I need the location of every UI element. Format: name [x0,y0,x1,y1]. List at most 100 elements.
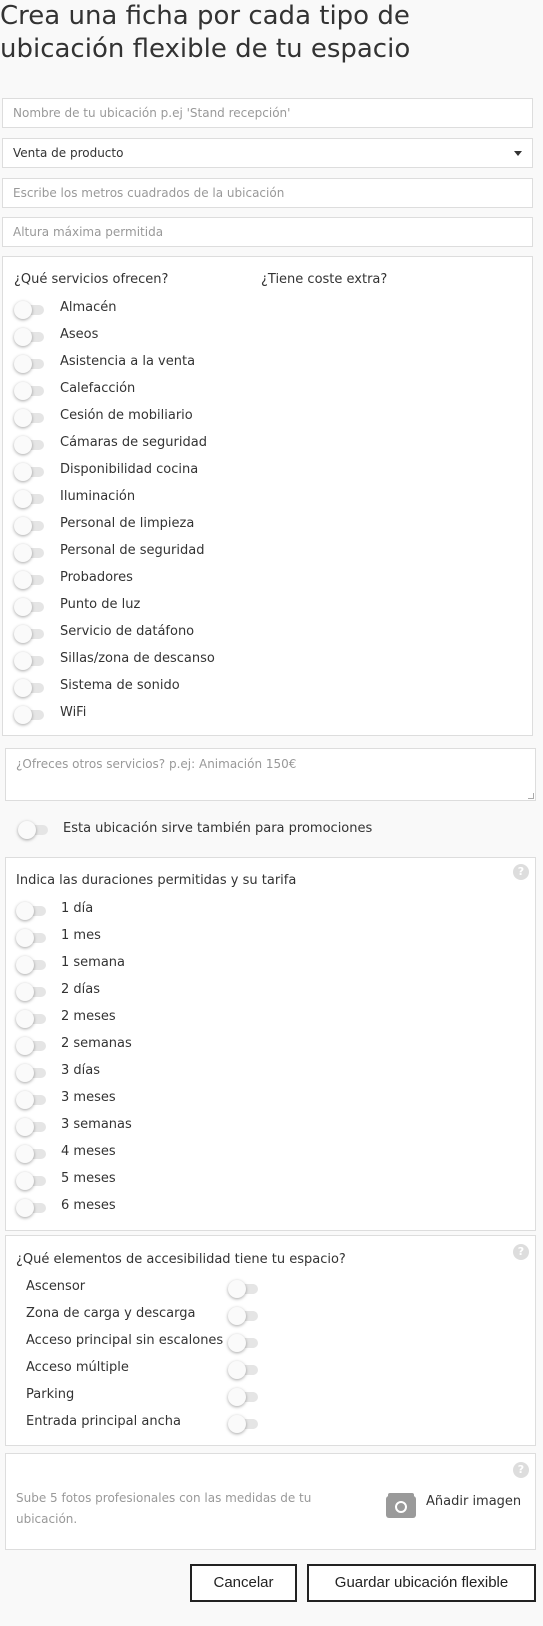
toggle-knob [228,1280,246,1298]
area-input[interactable]: Escribe los metros cuadrados de la ubica… [2,178,533,208]
service-toggle[interactable] [14,679,48,697]
toggle-knob [16,983,34,1001]
durations-panel: Indica las duraciones permitidas y su ta… [5,857,536,1231]
duration-toggle[interactable] [16,1118,50,1136]
toggle-knob [14,409,32,427]
service-toggle[interactable] [14,436,48,454]
duration-label: 3 semanas [61,1117,132,1132]
service-label: Disponibilidad cocina [60,462,199,477]
location-type-select[interactable]: Venta de producto [2,138,533,168]
toggle-knob [14,328,32,346]
toggle-knob [16,1172,34,1190]
photos-instructions: Sube 5 fotos profesionales con las medid… [16,1491,312,1526]
other-services-textarea[interactable]: ¿Ofreces otros servicios? p.ej: Animació… [5,748,536,801]
accessibility-toggle[interactable] [228,1280,262,1298]
cancel-button[interactable]: Cancelar [190,1564,297,1602]
help-icon[interactable]: ? [513,864,529,880]
promotions-label: Esta ubicación sirve también para promoc… [63,821,373,836]
duration-label: 5 meses [61,1171,116,1186]
accessibility-panel: ¿Qué elementos de accesibilidad tiene tu… [5,1235,536,1446]
accessibility-toggle[interactable] [228,1388,262,1406]
duration-toggle[interactable] [16,1172,50,1190]
service-toggle[interactable] [14,706,48,724]
service-label: WiFi [60,705,87,720]
accessibility-toggle[interactable] [228,1361,262,1379]
service-toggle[interactable] [14,571,48,589]
accessibility-toggle[interactable] [228,1307,262,1325]
duration-toggle[interactable] [16,1037,50,1055]
services-header: ¿Qué servicios ofrecen? [14,272,169,287]
accessibility-toggle[interactable] [228,1334,262,1352]
location-type-value: Venta de producto [13,146,124,160]
service-toggle[interactable] [14,652,48,670]
help-icon[interactable]: ? [513,1462,529,1478]
duration-toggle[interactable] [16,1199,50,1217]
service-label: Sistema de sonido [60,678,180,693]
toggle-knob [14,679,32,697]
duration-label: 6 meses [61,1198,116,1213]
service-toggle[interactable] [14,463,48,481]
accessibility-label: Acceso múltiple [26,1360,129,1375]
toggle-knob [228,1334,246,1352]
accessibility-label: Ascensor [26,1279,86,1294]
toggle-knob [14,301,32,319]
service-toggle[interactable] [14,490,48,508]
chevron-down-icon [514,151,522,156]
toggle-knob [14,544,32,562]
duration-label: 4 meses [61,1144,116,1159]
duration-toggle[interactable] [16,929,50,947]
service-toggle[interactable] [14,517,48,535]
accessibility-toggle[interactable] [228,1415,262,1433]
duration-toggle[interactable] [16,983,50,1001]
promotions-toggle[interactable] [18,821,52,839]
service-label: Cámaras de seguridad [60,435,207,450]
service-label: Punto de luz [60,597,141,612]
camera-lens [395,1501,407,1513]
service-label: Personal de limpieza [60,516,195,531]
accessibility-header: ¿Qué elementos de accesibilidad tiene tu… [16,1252,346,1267]
toggle-knob [16,929,34,947]
accessibility-label: Zona de carga y descarga [26,1306,196,1321]
page-title: Crea una ficha por cada tipo de ubicació… [0,1,411,64]
duration-toggle[interactable] [16,1091,50,1109]
service-toggle[interactable] [14,328,48,346]
duration-toggle[interactable] [16,1064,50,1082]
toggle-knob [14,517,32,535]
service-toggle[interactable] [14,409,48,427]
help-icon[interactable]: ? [513,1244,529,1260]
service-label: Asistencia a la venta [60,354,196,369]
service-label: Iluminación [60,489,136,504]
toggle-knob [16,1145,34,1163]
toggle-knob [16,1199,34,1217]
location-name-input[interactable]: Nombre de tu ubicación p.ej 'Stand recep… [2,98,533,128]
accessibility-label: Acceso principal sin escalones [26,1333,224,1348]
duration-toggle[interactable] [16,956,50,974]
service-toggle[interactable] [14,355,48,373]
accessibility-label: Entrada principal ancha [26,1414,181,1429]
service-label: Aseos [60,327,99,342]
camera-icon[interactable] [386,1492,416,1518]
accessibility-label: Parking [26,1387,75,1402]
service-label: Almacén [60,300,117,315]
duration-label: 2 semanas [61,1036,132,1051]
service-toggle[interactable] [14,382,48,400]
service-toggle[interactable] [14,544,48,562]
toggle-knob [14,490,32,508]
toggle-knob [14,463,32,481]
service-toggle[interactable] [14,301,48,319]
service-toggle[interactable] [14,625,48,643]
toggle-knob [16,956,34,974]
toggle-knob [14,355,32,373]
service-label: Cesión de mobiliario [60,408,193,423]
duration-toggle[interactable] [16,1145,50,1163]
duration-toggle[interactable] [16,902,50,920]
toggle-knob [228,1307,246,1325]
duration-toggle[interactable] [16,1010,50,1028]
save-button[interactable]: Guardar ubicación flexible [307,1564,536,1602]
toggle-knob [228,1415,246,1433]
resize-handle[interactable] [528,793,534,799]
toggle-knob [16,1091,34,1109]
add-image-button[interactable]: Añadir imagen [426,1494,521,1509]
service-toggle[interactable] [14,598,48,616]
max-height-input[interactable]: Altura máxima permitida [2,217,533,247]
